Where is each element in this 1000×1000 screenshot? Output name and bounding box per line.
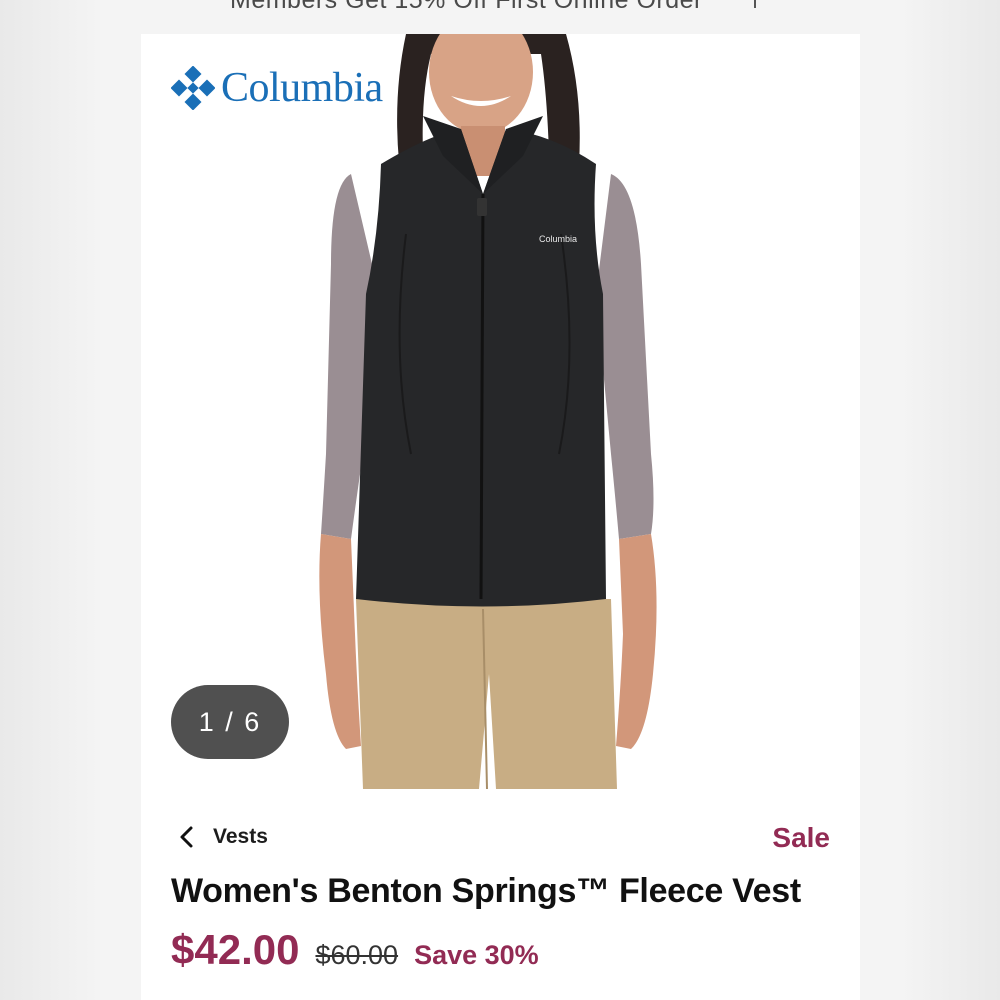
- price-current: $42.00: [171, 926, 300, 973]
- breadcrumb-label: Vests: [213, 825, 268, 848]
- vest-logo-text: Columbia: [539, 234, 577, 244]
- chevron-left-icon: [180, 826, 193, 848]
- promo-text: Members Get 15% Off First Online Order: [230, 0, 703, 14]
- price-row: $42.00 $60.00 Save 30%: [171, 926, 539, 974]
- product-image[interactable]: Columbia: [311, 34, 711, 789]
- breadcrumb-back-link[interactable]: Vests: [177, 824, 268, 850]
- product-title: Women's Benton Springs™ Fleece Vest: [171, 872, 801, 910]
- promo-banner[interactable]: Members Get 15% Off First Online Order: [0, 0, 1000, 16]
- brand-name: Columbia: [221, 65, 383, 111]
- product-card: Columbia Columbia 1 / 6 Vests Sale Women…: [141, 34, 860, 1000]
- columbia-logo[interactable]: Columbia: [171, 64, 383, 112]
- sale-badge: Sale: [772, 822, 830, 853]
- diamond-logo-icon: [171, 66, 215, 110]
- slide-counter: 1 / 6: [171, 685, 289, 759]
- price-original: $60.00: [315, 940, 399, 970]
- promo-divider: [754, 0, 756, 8]
- price-save: Save 30%: [414, 940, 539, 970]
